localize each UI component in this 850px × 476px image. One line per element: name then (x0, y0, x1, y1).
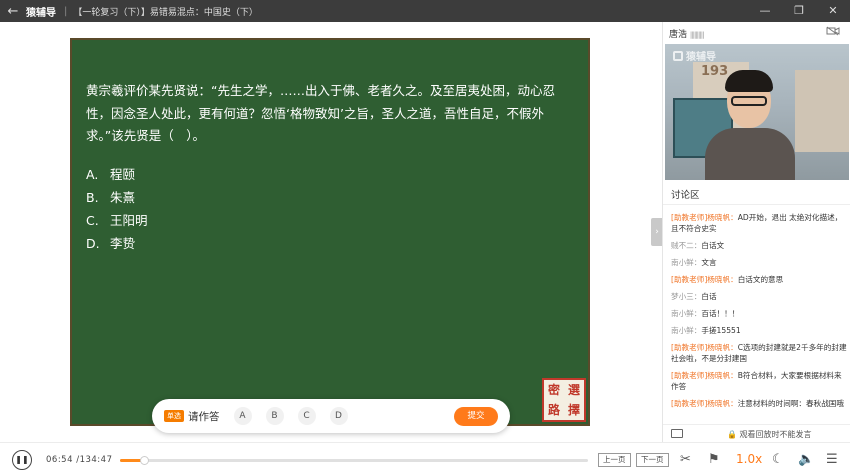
restore-icon[interactable]: ❐ (782, 0, 816, 22)
chalkboard: 黄宗羲评价某先贤说：“先生之学，……出入于佛、老者久之。及至居夷处困，动心忍性，… (70, 38, 590, 426)
chat-username: 南小鲜： (671, 309, 702, 318)
seal-char: 擇 (567, 403, 580, 417)
chat-footer: 🔒 观看回放时不能发言 (663, 424, 850, 442)
answer-bar: 单选 请作答 A B C D 提交 (152, 399, 510, 433)
speed-button[interactable]: 1.0x (736, 452, 762, 466)
next-page-button[interactable]: 下一页 (636, 453, 669, 467)
title-separator: | (64, 5, 68, 17)
chat-text: 注意材料的时间啊：春秋战国哦 (737, 399, 844, 408)
teacher-name: 唐浩 (669, 30, 688, 40)
backdrop-year: 193 (701, 64, 729, 79)
answer-prompt: 请作答 (188, 410, 220, 423)
menu-icon[interactable]: ☰ (826, 452, 838, 467)
chat-list[interactable]: [助教老师]杨晓帆：AD开始，退出 太绝对化描述，且不符合史实 贼不二：白话文 南小… (671, 212, 847, 415)
volume-icon[interactable]: 🔈 (798, 452, 814, 467)
chat-username: [助教老师]杨晓帆： (671, 371, 738, 380)
title-bar: ← 猿辅导 | 【一轮复习（下）】易错易混点：中国史（下） — ❐ ✕ (0, 0, 850, 22)
choice-c-button[interactable]: C (297, 407, 316, 425)
teacher-hair (725, 70, 773, 92)
chat-message: [助教老师]杨晓帆：C选项的封建就是2千多年的封建社会啦，不是分封建国 (671, 342, 847, 364)
choice-d-button[interactable]: D (329, 407, 348, 425)
seal-stamp: 密 選 路 擇 (542, 378, 586, 422)
choice-b-button[interactable]: B (265, 407, 284, 425)
progress-thumb[interactable] (139, 456, 149, 465)
chat-message: [助教老师]杨晓帆：AD开始，退出 太绝对化描述，且不符合史实 (671, 212, 847, 234)
player-controls: ❚❚ 06:54 /134:47 上一页 下一页 ✂ ⚑ 1.0x ☾ 🔈 ☰ (0, 442, 850, 476)
choice-a-button[interactable]: A (233, 407, 252, 425)
chat-username: 贼不二： (671, 241, 702, 250)
current-time: 06:54 (46, 455, 73, 465)
chat-username: [助教老师]杨晓帆： (671, 275, 738, 284)
question-type-tag: 单选 (164, 410, 184, 422)
teacher-name-row: 唐浩 |||||||||| (669, 27, 705, 40)
chat-username: [助教老师]杨晓帆： (671, 213, 738, 222)
prev-page-button[interactable]: 上一页 (598, 453, 631, 467)
close-icon[interactable]: ✕ (816, 0, 850, 22)
chat-username: 梦小三： (671, 292, 702, 301)
teacher-body (705, 128, 795, 180)
option-a: A. 程颐 (86, 164, 135, 183)
chat-message: [助教老师]杨晓帆：B符合材料，大家要根据材料来作答 (671, 370, 847, 392)
seal-char: 路 (547, 403, 560, 417)
chat-text: 手搓15551 (701, 326, 741, 335)
total-time: /134:47 (76, 455, 113, 465)
chat-username: [助教老师]杨晓帆： (671, 343, 738, 352)
chat-message: 南小鲜：手搓15551 (671, 325, 847, 336)
option-key: B. (86, 190, 99, 205)
pause-button[interactable]: ❚❚ (12, 450, 32, 470)
option-c: C. 王阳明 (86, 210, 148, 229)
playback-notice: 🔒 观看回放时不能发言 (727, 430, 812, 439)
time-readout: 06:54 /134:47 (46, 455, 112, 465)
option-text: 李贽 (110, 236, 136, 251)
chat-username: 南小鲜： (671, 326, 702, 335)
discussion-title: 讨论区 (671, 190, 700, 201)
window-controls: — ❐ ✕ (748, 0, 850, 22)
night-mode-icon[interactable]: ☾ (772, 452, 784, 467)
divider (663, 204, 850, 205)
chat-text: 文言 (701, 258, 717, 267)
chat-text: 百话！！！ (701, 309, 740, 318)
chat-message: [助教老师]杨晓帆：注意材料的时间啊：春秋战国哦 (671, 398, 847, 409)
watermark-text: 猿辅导 (686, 52, 716, 63)
lesson-stage: 黄宗羲评价某先贤说：“先生之学，……出入于佛、老者久之。及至居夷处困，动心忍性，… (0, 22, 662, 442)
chat-message: 南小鲜：百话！！！ (671, 308, 847, 319)
question-text: 黄宗羲评价某先贤说：“先生之学，……出入于佛、老者久之。及至居夷处困，动心忍性，… (86, 83, 555, 143)
back-arrow-icon[interactable]: ← (0, 4, 26, 19)
chat-message: 梦小三：白话 (671, 291, 847, 302)
chat-text: 白话文 (701, 241, 725, 250)
option-text: 朱熹 (110, 190, 136, 205)
sidebar: 唐浩 |||||||||| 193 猿辅导 讨论区 [助教老师]杨晓帆：AD开始… (662, 22, 850, 442)
chat-text: 白话 (701, 292, 717, 301)
watermark-logo-icon (673, 51, 683, 61)
option-key: D. (86, 236, 100, 251)
chat-message: 南小鲜：文言 (671, 257, 847, 268)
option-d: D. 李贽 (86, 233, 135, 252)
progress-track[interactable] (120, 456, 588, 465)
seal-char: 選 (567, 383, 580, 397)
chat-message: [助教老师]杨晓帆：白话文的意思 (671, 274, 847, 285)
signal-icon: |||||||||| (689, 31, 705, 39)
submit-button[interactable]: 提交 (454, 407, 498, 426)
course-title: 【一轮复习（下）】易错易混点：中国史（下） (73, 7, 258, 18)
minimize-icon[interactable]: — (748, 0, 782, 22)
chat-username: 南小鲜： (671, 258, 702, 267)
app-brand: 猿辅导 (26, 7, 56, 19)
seal-char: 密 (547, 383, 560, 397)
scissors-icon[interactable]: ✂ (680, 452, 691, 467)
video-watermark: 猿辅导 (673, 48, 716, 63)
teacher-video: 193 猿辅导 (665, 44, 849, 180)
chat-text: 白话文的意思 (737, 275, 784, 284)
option-text: 王阳明 (110, 213, 148, 228)
option-text: 程颐 (110, 167, 136, 182)
chat-username: [助教老师]杨晓帆： (671, 399, 738, 408)
option-key: A. (86, 167, 99, 182)
flag-icon[interactable]: ⚑ (708, 452, 720, 467)
image-icon[interactable] (671, 429, 683, 438)
option-b: B. 朱熹 (86, 187, 135, 206)
option-key: C. (86, 213, 99, 228)
backdrop-building (795, 70, 849, 152)
teacher-glasses (731, 96, 767, 106)
chat-message: 贼不二：白话文 (671, 240, 847, 251)
camera-off-icon[interactable] (826, 26, 840, 39)
